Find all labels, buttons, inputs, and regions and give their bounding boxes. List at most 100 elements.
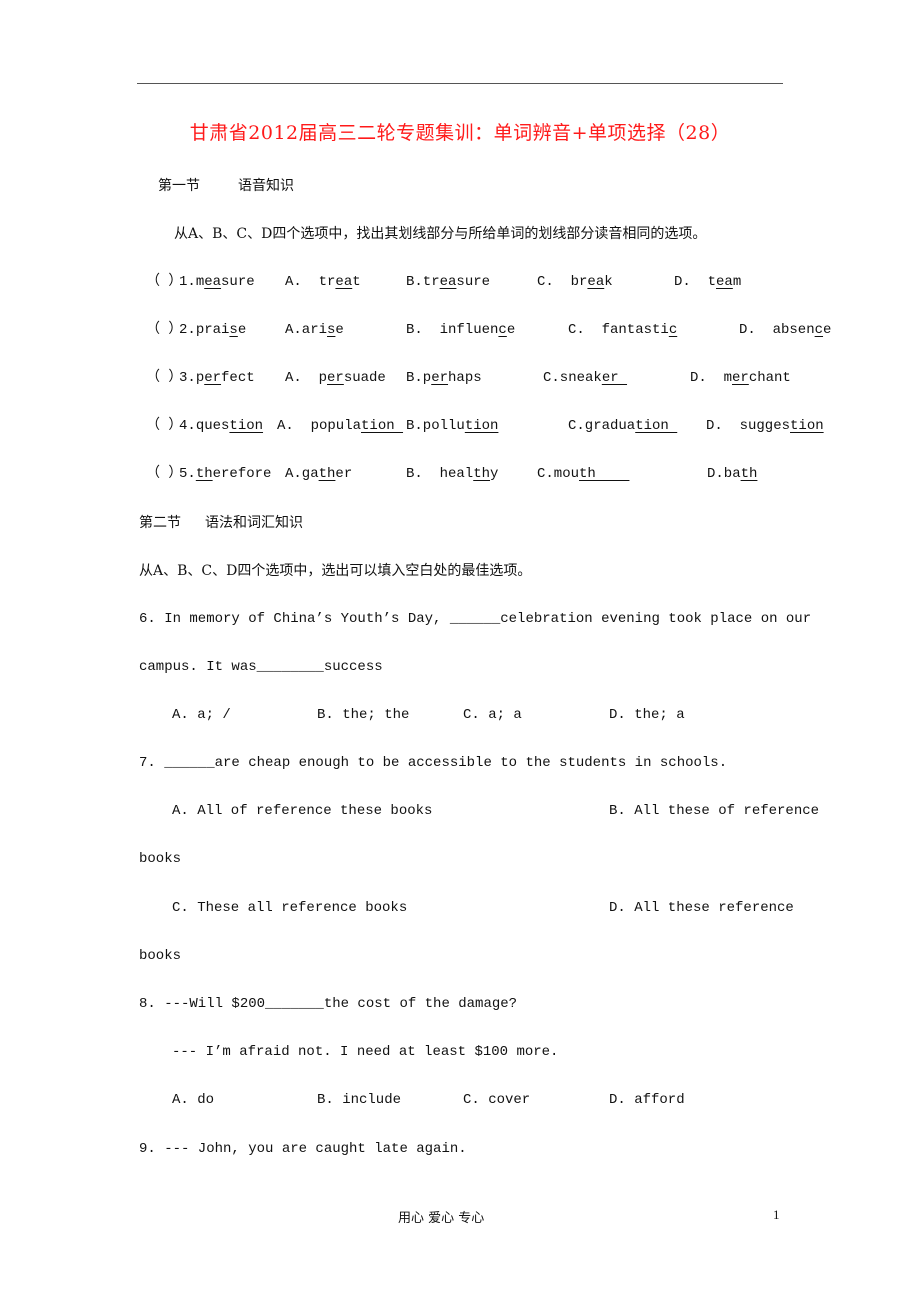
underlined-part: c (668, 322, 678, 338)
question-8-line2: --- I’m afraid not. I need at least $100… (172, 1044, 559, 1060)
text-part: （ ） (146, 466, 183, 482)
option-d[interactable]: D. suggestion (706, 416, 824, 436)
underlined-part: er (327, 370, 344, 386)
answer-bracket[interactable]: （ ） (146, 368, 182, 388)
underlined-part: th (318, 466, 336, 482)
answer-bracket[interactable]: （ ） (146, 272, 182, 292)
text-part: 2. (179, 322, 196, 338)
option-d[interactable]: D.bath (707, 464, 757, 484)
text-part: D.ba (707, 466, 741, 482)
underlined-part: ea (716, 274, 733, 290)
underlined-part: c (814, 322, 824, 338)
underlined-part: er (204, 370, 222, 386)
option-b[interactable]: B. healthy (406, 464, 498, 484)
text-part: 4. (179, 418, 196, 434)
question-8-option-b[interactable]: B. include (317, 1090, 401, 1110)
option-c[interactable]: C.sneaker (543, 368, 627, 388)
text-part: e (237, 322, 247, 338)
option-a[interactable]: A. population (277, 416, 403, 436)
text-part: D. sugges (706, 418, 791, 434)
text-part: prai (195, 322, 230, 338)
section1-heading-number: 第一节 (158, 178, 200, 194)
option-a[interactable]: A.arise (285, 320, 344, 340)
text-part: fect (221, 370, 255, 386)
question-7-option-c[interactable]: C. These all reference books (172, 898, 407, 918)
option-c[interactable]: C.mouth (537, 464, 629, 484)
question-word: 1.measure (179, 272, 255, 292)
underlined-part: th (473, 466, 491, 482)
option-a[interactable]: A. treat (285, 272, 361, 292)
underlined-part: tion (229, 418, 264, 434)
text-part: 1. (179, 274, 196, 290)
underlined-part: th (579, 466, 630, 482)
option-a[interactable]: A. persuade (285, 368, 386, 388)
text-part: 3. (179, 370, 196, 386)
option-b[interactable]: B. influence (406, 320, 515, 340)
option-c[interactable]: C. fantastic (568, 320, 677, 340)
text-part: A. p (285, 370, 328, 386)
question-6-option-b[interactable]: B. the; the (317, 705, 409, 725)
text-part: m (732, 274, 742, 290)
text-part: p (195, 370, 205, 386)
text-part: m (195, 274, 205, 290)
text-part: sure (221, 274, 255, 290)
text-part: C.gradua (568, 418, 636, 434)
text-part: （ ） (146, 418, 183, 434)
underlined-part: ea (587, 274, 605, 290)
question-6-option-a[interactable]: A. a; / (172, 705, 231, 725)
option-d[interactable]: D. absence (739, 320, 831, 340)
answer-bracket[interactable]: （ ） (146, 464, 182, 484)
underlined-part: s (229, 322, 238, 338)
question-7-option-d[interactable]: D. All these reference (609, 898, 794, 918)
text-part: B.p (406, 370, 432, 386)
text-part: C. fantasti (568, 322, 669, 338)
text-part: chant (748, 370, 791, 386)
text-part: A.ari (285, 322, 328, 338)
question-7-option-b[interactable]: B. All these of reference (609, 801, 819, 821)
question-8-option-d[interactable]: D. afford (609, 1090, 685, 1110)
option-d[interactable]: D. team (674, 272, 741, 292)
text-part: er (335, 466, 353, 482)
section2-heading-name: 语法和词汇知识 (205, 515, 303, 531)
question-6-option-c[interactable]: C. a; a (463, 705, 522, 725)
question-7-option-d-continued: books (139, 948, 182, 964)
section2-heading-number: 第二节 (139, 515, 181, 531)
text-part: k (604, 274, 613, 290)
answer-bracket[interactable]: （ ） (146, 320, 182, 340)
text-part: e (823, 322, 832, 338)
text-part: （ ） (146, 274, 183, 290)
question-8-option-a[interactable]: A. do (172, 1090, 214, 1110)
option-b[interactable]: B.treasure (406, 272, 490, 292)
underlined-part: tion (790, 418, 824, 434)
option-b[interactable]: B.pollution (406, 416, 498, 436)
question-7-option-a[interactable]: A. All of reference these books (172, 801, 432, 821)
text-part: B.tr (406, 274, 440, 290)
option-d[interactable]: D. merchant (690, 368, 791, 388)
text-part: sure (456, 274, 491, 290)
text-part: （ ） (146, 322, 183, 338)
underlined-part: th (195, 466, 213, 482)
question-7-line1: 7. ______are cheap enough to be accessib… (139, 755, 728, 771)
text-part: e (335, 322, 344, 338)
option-c[interactable]: C.graduation (568, 416, 677, 436)
text-part: B.pollu (406, 418, 465, 434)
text-part: e (506, 322, 516, 338)
underlined-part: tion (464, 418, 499, 434)
option-a[interactable]: A.gather (285, 464, 352, 484)
question-6-option-d[interactable]: D. the; a (609, 705, 685, 725)
underlined-part: ea (335, 274, 353, 290)
document-title: 甘肃省2012届高三二轮专题集训：单词辨音+单项选择（28） (189, 122, 731, 144)
underlined-part: c (498, 322, 507, 338)
text-part: A. popula (277, 418, 362, 434)
option-c[interactable]: C. break (537, 272, 613, 292)
answer-bracket[interactable]: （ ） (146, 416, 182, 436)
text-part: （ ） (146, 370, 183, 386)
question-word: 4.question (179, 416, 263, 436)
header-rule (137, 83, 783, 84)
option-b[interactable]: B.perhaps (406, 368, 482, 388)
text-part: C.sneak (543, 370, 602, 386)
question-7-option-b-continued: books (139, 851, 182, 867)
question-8-option-c[interactable]: C. cover (463, 1090, 530, 1110)
question-word: 3.perfect (179, 368, 255, 388)
question-9-line1: 9. --- John, you are caught late again. (139, 1141, 467, 1157)
